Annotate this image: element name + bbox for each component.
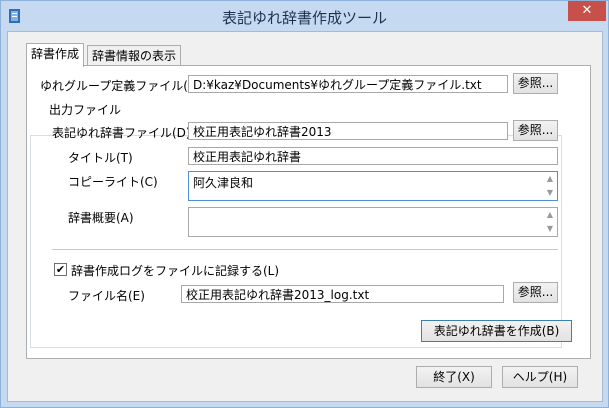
output-group-title: 出力ファイル [46, 101, 125, 118]
copyright-scroll-arrows[interactable]: ▲ ▼ [545, 174, 555, 198]
window-title: 表記ゆれ辞書作成ツール [221, 9, 387, 27]
output-file-group [30, 135, 562, 348]
tab-dictionary-info[interactable]: 辞書情報の表示 [87, 45, 182, 66]
filename-label: ファイル名(E) [68, 289, 145, 303]
dialog-client: 辞書作成 辞書情報の表示 ゆれグループ定義ファイル(G) D:¥kaz¥Docu… [7, 31, 603, 402]
exit-button[interactable]: 終了(X) [416, 366, 492, 388]
scroll-down-icon[interactable]: ▼ [545, 188, 555, 198]
filename-browse-button[interactable]: 参照... [513, 282, 558, 303]
filename-field[interactable]: 校正用表記ゆれ辞書2013_log.txt [181, 285, 504, 303]
scroll-up-icon[interactable]: ▲ [545, 210, 555, 220]
group-def-browse-button[interactable]: 参照... [513, 73, 558, 94]
copyright-textarea[interactable]: 阿久津良和 ▲ ▼ [188, 171, 558, 201]
dict-file-field[interactable]: 校正用表記ゆれ辞書2013 [188, 122, 508, 140]
copyright-text: 阿久津良和 [193, 176, 254, 190]
log-checkbox-label[interactable]: 辞書作成ログをファイルに記録する(L) [71, 262, 279, 279]
group-separator [52, 249, 558, 250]
title-label: タイトル(T) [68, 151, 133, 165]
summary-label: 辞書概要(A) [68, 211, 134, 225]
scroll-up-icon[interactable]: ▲ [545, 174, 555, 184]
tab-dictionary-create[interactable]: 辞書作成 [26, 43, 85, 67]
dict-file-label: 表記ゆれ辞書ファイル(D) [52, 126, 191, 140]
close-button[interactable]: ✕ [568, 1, 606, 21]
log-checkbox[interactable]: ✔ [54, 263, 67, 276]
scroll-down-icon[interactable]: ▼ [545, 224, 555, 234]
summary-scroll-arrows[interactable]: ▲ ▼ [545, 210, 555, 234]
app-window: 表記ゆれ辞書作成ツール ✕ 辞書作成 辞書情報の表示 ゆれグループ定義ファイル(… [0, 0, 609, 408]
help-button[interactable]: ヘルプ(H) [502, 366, 578, 388]
title-bar: 表記ゆれ辞書作成ツール ✕ [1, 1, 608, 31]
dict-file-browse-button[interactable]: 参照... [513, 120, 558, 141]
group-def-field[interactable]: D:¥kaz¥Documents¥ゆれグループ定義ファイル.txt [188, 75, 508, 93]
create-dictionary-button[interactable]: 表記ゆれ辞書を作成(B) [421, 320, 572, 342]
copyright-label: コピーライト(C) [68, 175, 158, 189]
summary-textarea[interactable]: ▲ ▼ [188, 207, 558, 237]
group-def-label: ゆれグループ定義ファイル(G) [40, 79, 202, 93]
title-field[interactable]: 校正用表記ゆれ辞書 [188, 147, 558, 165]
